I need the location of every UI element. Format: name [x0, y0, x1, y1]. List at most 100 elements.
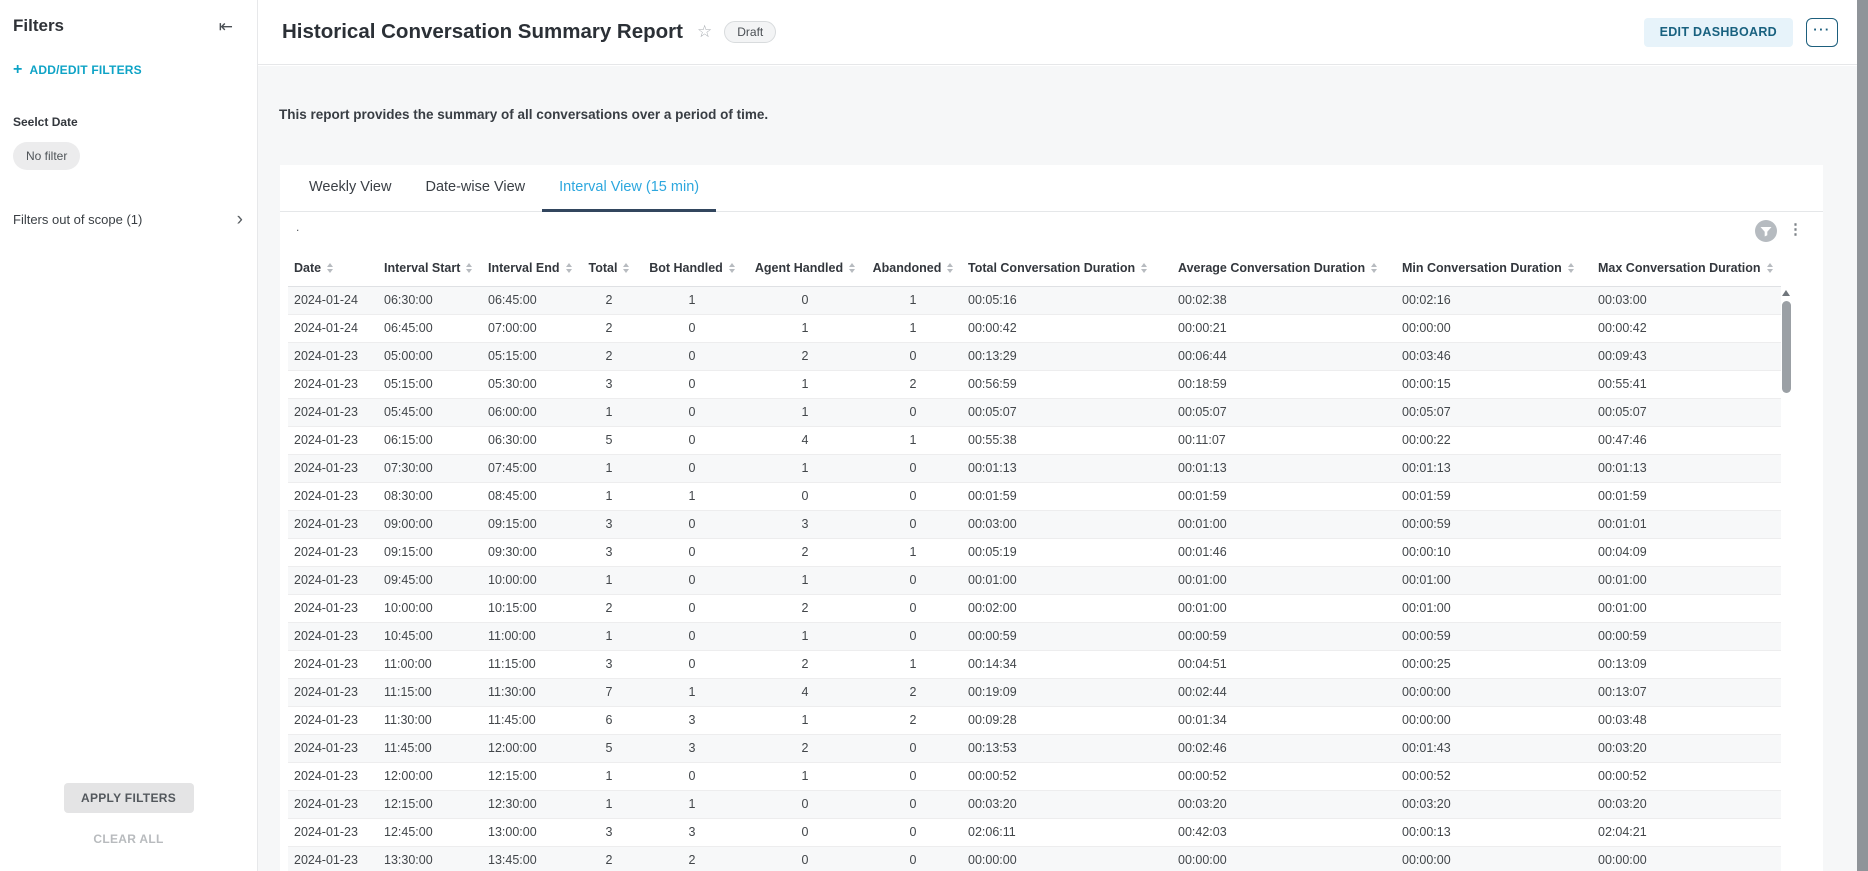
table-cell: 09:45:00: [378, 566, 482, 594]
table-cell: 07:00:00: [482, 314, 580, 342]
column-header-label: Bot Handled: [649, 261, 723, 275]
table-scrollbar-thumb[interactable]: [1782, 301, 1791, 393]
table-cell: 2024-01-23: [288, 370, 378, 398]
column-header-label: Abandoned: [873, 261, 942, 275]
edit-dashboard-button[interactable]: EDIT DASHBOARD: [1644, 18, 1793, 47]
filter-group-label: Seelct Date: [0, 77, 257, 129]
table-cell: 00:05:19: [962, 538, 1172, 566]
table-cell: 10:45:00: [378, 622, 482, 650]
table-cell: 0: [864, 790, 962, 818]
table-cell: 09:00:00: [378, 510, 482, 538]
table-cell: 00:00:52: [1592, 762, 1781, 790]
column-header-agent-handled[interactable]: Agent Handled: [746, 250, 864, 286]
table-cell: 06:30:00: [482, 426, 580, 454]
view-tabs: Weekly View Date-wise View Interval View…: [280, 165, 1823, 212]
table-scrollbar[interactable]: [1780, 287, 1792, 847]
table-cell: 0: [638, 650, 746, 678]
more-options-button[interactable]: ···: [1806, 18, 1838, 47]
table-cell: 1: [580, 762, 638, 790]
table-row: 2024-01-2311:15:0011:30:00714200:19:0900…: [288, 678, 1781, 706]
sort-icon: [1767, 263, 1773, 273]
table-cell: 00:05:07: [1592, 398, 1781, 426]
add-edit-filters-button[interactable]: + ADD/EDIT FILTERS: [0, 36, 257, 77]
table-cell: 2: [746, 650, 864, 678]
table-cell: 06:45:00: [482, 286, 580, 314]
table-cell: 2024-01-23: [288, 818, 378, 846]
column-header-bot-handled[interactable]: Bot Handled: [638, 250, 746, 286]
table-row: 2024-01-2309:45:0010:00:00101000:01:0000…: [288, 566, 1781, 594]
table-kebab-menu-icon[interactable]: ⋮: [1788, 219, 1803, 241]
table-cell: 2: [580, 594, 638, 622]
page-scrollbar-thumb[interactable]: [1857, 0, 1868, 871]
clear-all-button[interactable]: CLEAR ALL: [0, 832, 257, 846]
collapse-sidebar-icon[interactable]: ⇤: [219, 18, 233, 35]
table-cell: 00:00:00: [1592, 846, 1781, 871]
column-header-min-conversation-duration[interactable]: Min Conversation Duration: [1396, 250, 1592, 286]
table-cell: 05:15:00: [482, 342, 580, 370]
table-cell: 00:05:07: [1396, 398, 1592, 426]
column-header-date[interactable]: Date: [288, 250, 378, 286]
table-cell: 00:47:46: [1592, 426, 1781, 454]
tab-interval-view[interactable]: Interval View (15 min): [542, 165, 716, 212]
column-header-average-conversation-duration[interactable]: Average Conversation Duration: [1172, 250, 1396, 286]
table-cell: 00:01:46: [1172, 538, 1396, 566]
table-cell: 00:01:43: [1396, 734, 1592, 762]
table-cell: 13:45:00: [482, 846, 580, 871]
table-cell: 07:45:00: [482, 454, 580, 482]
apply-filters-button[interactable]: APPLY FILTERS: [64, 783, 194, 813]
table-cell: 1: [864, 426, 962, 454]
tab-weekly-view[interactable]: Weekly View: [292, 165, 408, 212]
table-cell: 00:01:00: [1172, 594, 1396, 622]
table-cell: 00:00:15: [1396, 370, 1592, 398]
column-header-interval-start[interactable]: Interval Start: [378, 250, 482, 286]
table-cell: 3: [638, 734, 746, 762]
table-toolbar: . ⋮: [280, 212, 1823, 250]
table-cell: 00:55:38: [962, 426, 1172, 454]
table-cell: 1: [864, 314, 962, 342]
table-cell: 00:01:59: [1396, 482, 1592, 510]
table-cell: 05:30:00: [482, 370, 580, 398]
sort-icon: [849, 263, 855, 273]
table-cell: 00:01:00: [1172, 510, 1396, 538]
table-cell: 1: [580, 622, 638, 650]
column-header-max-conversation-duration[interactable]: Max Conversation Duration: [1592, 250, 1781, 286]
column-header-abandoned[interactable]: Abandoned: [864, 250, 962, 286]
column-header-total[interactable]: Total: [580, 250, 638, 286]
page-title: Historical Conversation Summary Report: [282, 20, 683, 44]
table-cell: 0: [746, 846, 864, 871]
table-cell: 0: [746, 482, 864, 510]
table-row: 2024-01-2307:30:0007:45:00101000:01:1300…: [288, 454, 1781, 482]
table-cell: 3: [638, 818, 746, 846]
page-scrollbar[interactable]: [1857, 0, 1868, 871]
table-cell: 10:00:00: [378, 594, 482, 622]
table-cell: 4: [746, 678, 864, 706]
table-cell: 00:02:00: [962, 594, 1172, 622]
table-cell: 11:30:00: [378, 706, 482, 734]
filter-funnel-icon[interactable]: [1755, 220, 1777, 242]
table-cell: 2024-01-23: [288, 622, 378, 650]
table-cell: 00:01:00: [1592, 594, 1781, 622]
table-cell: 00:03:20: [1592, 734, 1781, 762]
table-cell: 0: [638, 314, 746, 342]
scroll-up-arrow-icon[interactable]: [1782, 290, 1790, 296]
filters-out-of-scope-label: Filters out of scope (1): [13, 212, 142, 227]
table-cell: 2: [580, 846, 638, 871]
table-cell: 02:06:11: [962, 818, 1172, 846]
table-cell: 06:45:00: [378, 314, 482, 342]
column-header-interval-end[interactable]: Interval End: [482, 250, 580, 286]
table-cell: 00:00:25: [1396, 650, 1592, 678]
sort-icon: [327, 263, 333, 273]
table-cell: 00:05:07: [1172, 398, 1396, 426]
table-row: 2024-01-2406:30:0006:45:00210100:05:1600…: [288, 286, 1781, 314]
table-cell: 00:13:53: [962, 734, 1172, 762]
favorite-star-icon[interactable]: ☆: [697, 22, 712, 42]
table-cell: 00:55:41: [1592, 370, 1781, 398]
table-cell: 0: [638, 566, 746, 594]
table-cell: 00:02:38: [1172, 286, 1396, 314]
no-filter-chip: No filter: [13, 142, 80, 170]
filters-out-of-scope-expander[interactable]: Filters out of scope (1) ›: [0, 170, 257, 227]
table-cell: 1: [638, 790, 746, 818]
table-cell: 00:13:07: [1592, 678, 1781, 706]
tab-date-wise-view[interactable]: Date-wise View: [408, 165, 542, 212]
column-header-total-conversation-duration[interactable]: Total Conversation Duration: [962, 250, 1172, 286]
